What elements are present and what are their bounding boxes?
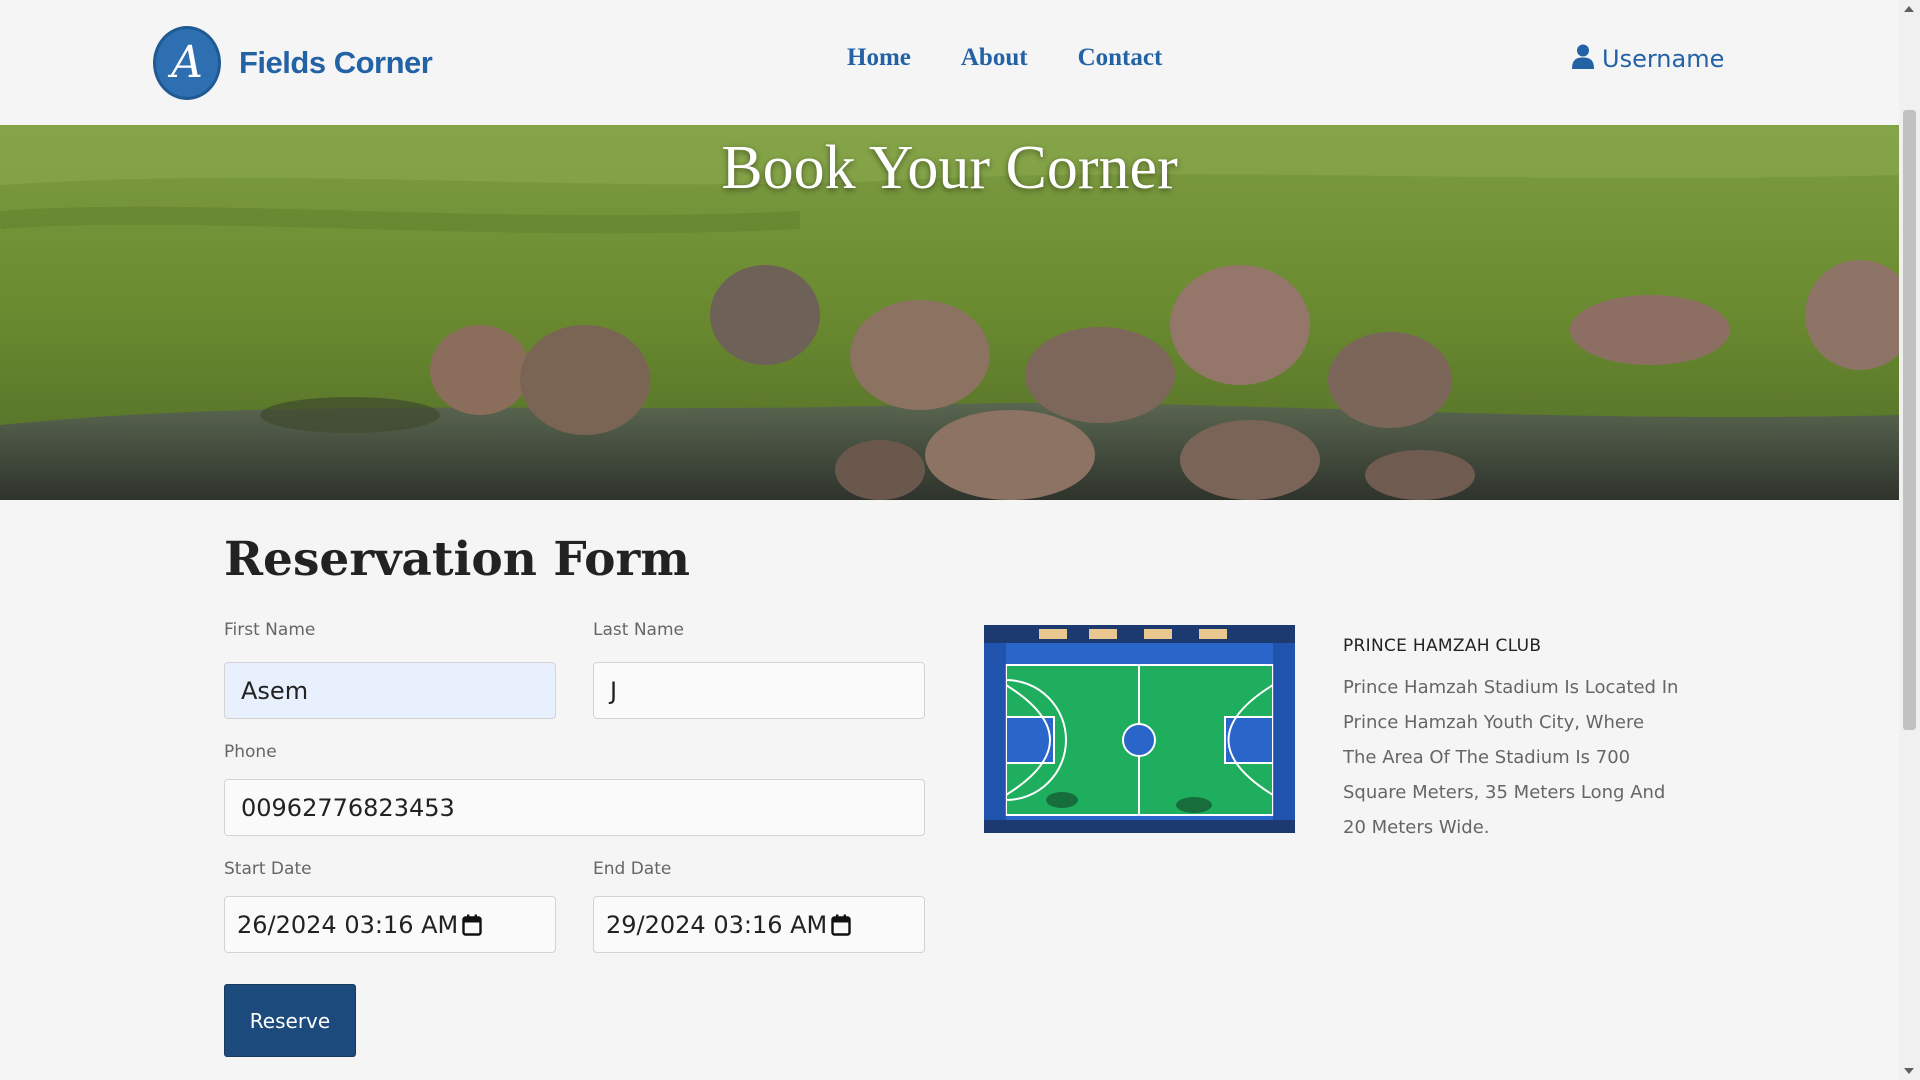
brand[interactable]: A Fields Corner	[153, 26, 433, 100]
hero-title: Book Your Corner	[721, 134, 1178, 202]
end-date-input[interactable]: 29/2024 03:16 AM	[593, 896, 925, 953]
start-date-input[interactable]: 26/2024 03:16 AM	[224, 896, 556, 953]
hero-banner: Book Your Corner	[0, 125, 1899, 500]
scroll-down-icon[interactable]	[1904, 1068, 1914, 1074]
last-name-label: Last Name	[593, 620, 684, 640]
nav-about-link[interactable]: About	[961, 44, 1028, 72]
brand-name: Fields Corner	[239, 45, 433, 80]
nav-contact-link[interactable]: Contact	[1078, 44, 1163, 72]
form-title: Reservation Form	[224, 532, 690, 587]
username-label: Username	[1602, 44, 1725, 73]
scroll-up-icon[interactable]	[1904, 6, 1914, 12]
user-icon	[1572, 44, 1594, 73]
end-date-value: 29/2024 03:16 AM	[606, 910, 828, 939]
phone-input[interactable]: 00962776823453	[224, 779, 925, 836]
club-court-image	[984, 625, 1295, 833]
last-name-input[interactable]: J	[593, 662, 925, 719]
svg-text:A: A	[167, 37, 203, 88]
user-menu[interactable]: Username	[1572, 44, 1724, 73]
nav-home-link[interactable]: Home	[847, 44, 911, 72]
main-nav: Home About Contact	[847, 44, 1162, 72]
scroll-thumb[interactable]	[1903, 110, 1916, 730]
site-header: A Fields Corner Home About Contact Usern…	[0, 0, 1899, 125]
phone-label: Phone	[224, 742, 277, 762]
start-date-value: 26/2024 03:16 AM	[237, 910, 459, 939]
reserve-button[interactable]: Reserve	[224, 984, 356, 1057]
end-date-label: End Date	[593, 859, 672, 879]
first-name-value: Asem	[241, 676, 309, 705]
page-scrollbar[interactable]	[1899, 0, 1920, 1080]
first-name-input[interactable]: Asem	[224, 662, 556, 719]
club-description: Prince Hamzah Stadium Is Located In Prin…	[1343, 677, 1679, 838]
last-name-value: J	[610, 676, 618, 705]
calendar-icon[interactable]	[462, 914, 482, 936]
start-date-label: Start Date	[224, 859, 312, 879]
calendar-icon[interactable]	[831, 914, 851, 936]
club-name: PRINCE HAMZAH CLUB	[1343, 636, 1542, 656]
first-name-label: First Name	[224, 620, 316, 640]
logo-icon: A	[153, 26, 221, 100]
phone-value: 00962776823453	[241, 793, 455, 822]
